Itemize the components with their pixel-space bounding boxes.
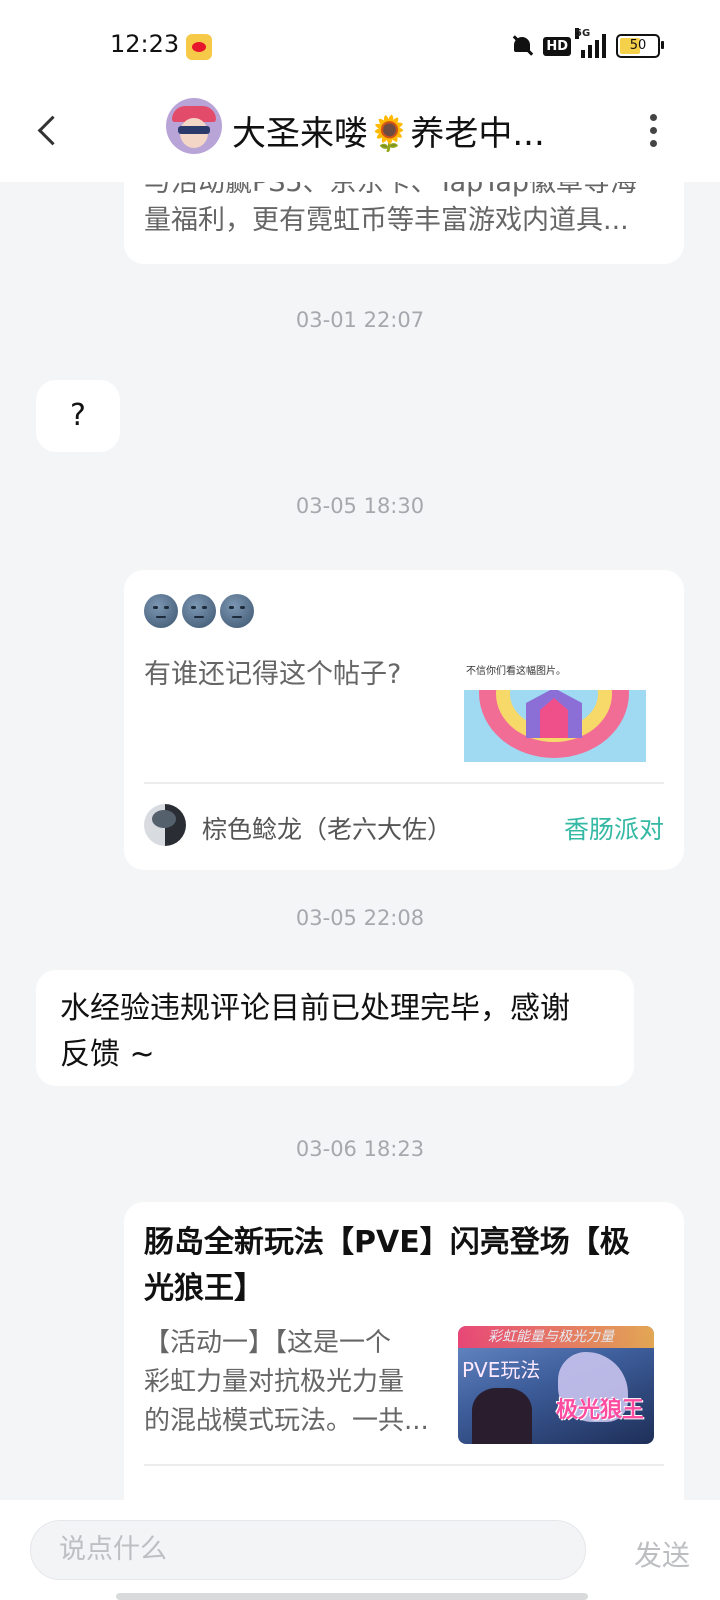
thumbnail-banner: 彩虹能量与极光力量 bbox=[488, 1329, 614, 1345]
gesture-bar[interactable] bbox=[116, 1593, 588, 1600]
moon-face-emoji bbox=[144, 594, 254, 628]
divider bbox=[144, 1464, 664, 1466]
weibo-icon bbox=[186, 34, 212, 60]
thumbnail-name: 极光狼王 bbox=[556, 1398, 645, 1423]
event-card[interactable]: 肠岛全新玩法【PVE】闪亮登场【极 光狼王】 【活动一】【这是一个 彩虹力量对抗… bbox=[124, 1202, 684, 1500]
input-bar: 说点什么 发送 bbox=[0, 1500, 720, 1600]
thumbnail-pve-label: PVE玩法 bbox=[462, 1358, 541, 1382]
timestamp: 03-05 22:08 bbox=[295, 906, 425, 930]
chat-list[interactable]: 与活动赢PS5、京东卡、TapTap徽章等海 量福利，更有霓虹币等丰富游戏内道具… bbox=[0, 182, 720, 1500]
timestamp: 03-05 18:30 bbox=[295, 494, 425, 518]
status-bar: 12:23 HD 5G 50 bbox=[0, 0, 720, 92]
battery-level: 50 bbox=[629, 38, 647, 53]
message-input[interactable]: 说点什么 bbox=[30, 1520, 586, 1580]
mute-bell-icon bbox=[511, 34, 533, 58]
signal-icon: 5G bbox=[575, 28, 606, 58]
message-text-line: 水经验违规评论目前已处理完毕，感谢 bbox=[60, 991, 570, 1026]
event-title: 肠岛全新玩法【PVE】闪亮登场【极 光狼王】 bbox=[144, 1225, 630, 1306]
timestamp: 03-01 22:07 bbox=[295, 308, 425, 332]
network-label: 5G bbox=[575, 28, 591, 39]
status-icons: HD 5G 50 bbox=[511, 28, 664, 58]
status-time: 12:23 bbox=[110, 30, 180, 58]
message-bubble[interactable]: 水经验违规评论目前已处理完毕，感谢 反馈 ~ bbox=[36, 970, 634, 1086]
page-title: 大圣来喽🌻养老中... bbox=[232, 114, 545, 154]
hd-icon: HD bbox=[543, 36, 571, 56]
event-summary: 【活动一】【这是一个 彩虹力量对抗极光力量 的混战模式玩法。一共... bbox=[144, 1328, 429, 1436]
post-thumbnail[interactable]: 不信你们看这幅图片。 bbox=[464, 660, 646, 764]
chat-header: 大圣来喽🌻养老中... bbox=[0, 92, 720, 182]
post-author[interactable]: 棕色鲶龙（老六大佐） bbox=[202, 810, 452, 846]
timestamp: 03-06 18:23 bbox=[295, 1137, 425, 1161]
back-button[interactable] bbox=[32, 112, 72, 152]
battery-icon: 50 bbox=[616, 34, 664, 58]
avatar[interactable] bbox=[166, 98, 222, 154]
divider bbox=[144, 782, 664, 784]
message-text-line: 反馈 ~ bbox=[60, 1037, 155, 1072]
message-bubble[interactable]: ? bbox=[36, 380, 120, 452]
card-text-line: 量福利，更有霓虹币等丰富游戏内道具... bbox=[144, 205, 629, 236]
thumbnail-caption: 不信你们看这幅图片。 bbox=[466, 666, 566, 677]
post-text: 有谁还记得这个帖子? bbox=[144, 659, 402, 690]
game-tag[interactable]: 香肠派对 bbox=[564, 810, 664, 846]
more-vertical-icon[interactable] bbox=[650, 110, 660, 154]
send-button[interactable]: 发送 bbox=[634, 1534, 690, 1574]
event-thumbnail[interactable]: 彩虹能量与极光力量 PVE玩法 极光狼王 bbox=[458, 1326, 654, 1444]
shared-post-card[interactable]: 有谁还记得这个帖子? 不信你们看这幅图片。 棕色鲶龙（老六大佐） 香肠派对 bbox=[124, 570, 684, 870]
author-avatar[interactable] bbox=[144, 804, 186, 846]
message-card[interactable]: 与活动赢PS5、京东卡、TapTap徽章等海 量福利，更有霓虹币等丰富游戏内道具… bbox=[124, 182, 684, 264]
card-text-line: 与活动赢PS5、京东卡、TapTap徽章等海 bbox=[144, 182, 638, 198]
